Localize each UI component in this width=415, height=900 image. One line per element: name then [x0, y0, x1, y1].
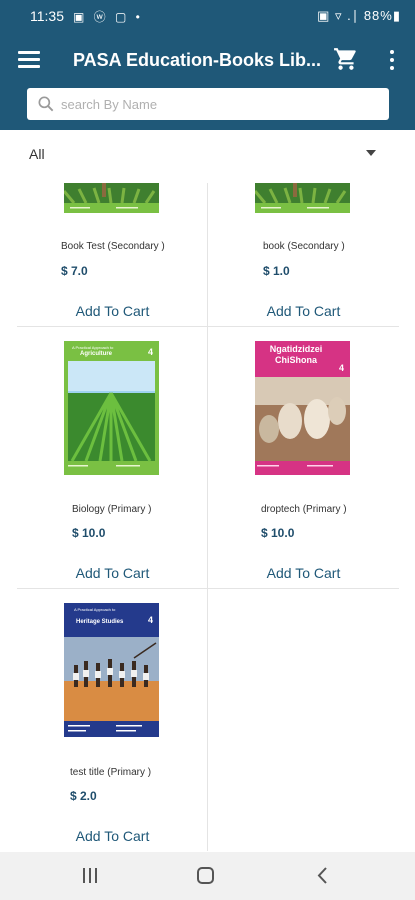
book-price: $ 1.0 — [263, 264, 290, 278]
add-to-cart-button[interactable]: Add To Cart — [17, 565, 208, 581]
book-cover-image — [64, 183, 159, 213]
book-card[interactable]: Ngatidzidzei ChiShona 4 droptech (Primar… — [208, 327, 399, 588]
hamburger-menu-icon[interactable] — [18, 51, 40, 69]
category-filter-dropdown[interactable]: All — [0, 130, 415, 180]
cover-title: Heritage Studies — [76, 619, 124, 625]
cover-grade: 4 — [148, 347, 154, 357]
chevron-down-icon — [366, 150, 376, 156]
agriculture-cover-image: A Practical Approach to Agriculture 4 — [64, 341, 159, 475]
back-arrow-icon[interactable] — [316, 867, 328, 884]
cover-title: Ngatidzidzei ChiShona — [269, 344, 323, 365]
cover-subtitle: A Practical Approach to — [74, 607, 116, 612]
cover-subtitle: A Practical Approach to — [72, 345, 114, 350]
status-bar: 11:35 ▣ ⓦ ▢ • ▣ ▿ .∣ 88%▮ — [0, 0, 415, 32]
book-card[interactable]: Book Test (Secondary ) $ 7.0 Add To Cart — [17, 183, 208, 326]
book-price: $ 2.0 — [70, 789, 97, 803]
cover-title: Agriculture — [80, 351, 113, 357]
book-price: $ 7.0 — [61, 264, 88, 278]
book-card[interactable]: A Practical Approach to Heritage Studies… — [17, 589, 208, 851]
search-icon — [38, 96, 54, 112]
search-input[interactable] — [61, 92, 381, 116]
add-to-cart-button[interactable]: Add To Cart — [17, 303, 208, 319]
notification-icons: ▣ ⓦ ▢ • — [73, 10, 143, 24]
chishona-cover-image: Ngatidzidzei ChiShona 4 — [255, 341, 350, 475]
book-title: droptech (Primary ) — [261, 504, 347, 515]
cover-grade: 4 — [339, 363, 345, 373]
book-card[interactable]: book (Secondary ) $ 1.0 Add To Cart — [208, 183, 399, 326]
recent-apps-icon[interactable] — [82, 868, 98, 883]
book-title: test title (Primary ) — [70, 767, 152, 778]
book-price: $ 10.0 — [72, 526, 106, 540]
system-navigation-bar — [0, 852, 415, 900]
search-bar — [27, 88, 389, 120]
app-bar: PASA Education-Books Lib... — [0, 32, 415, 130]
book-title: Biology (Primary ) — [72, 504, 152, 515]
heritage-cover-image: A Practical Approach to Heritage Studies… — [64, 603, 159, 737]
add-to-cart-button[interactable]: Add To Cart — [208, 303, 399, 319]
status-time: 11:35 — [30, 8, 64, 24]
cover-grade: 4 — [148, 615, 154, 625]
shopping-cart-icon[interactable] — [333, 46, 359, 72]
overflow-menu-icon[interactable] — [388, 50, 396, 70]
book-card[interactable]: A Practical Approach to Agriculture 4 Bi… — [17, 327, 208, 588]
book-title: book (Secondary ) — [263, 241, 345, 252]
home-icon[interactable] — [197, 867, 214, 884]
book-price: $ 10.0 — [261, 526, 295, 540]
book-cover-image — [255, 183, 350, 213]
book-title: Book Test (Secondary ) — [61, 241, 165, 252]
system-status-icons: ▣ ▿ .∣ 88%▮ — [317, 8, 401, 23]
add-to-cart-button[interactable]: Add To Cart — [208, 565, 399, 581]
add-to-cart-button[interactable]: Add To Cart — [17, 828, 208, 844]
app-title: PASA Education-Books Lib... — [73, 50, 322, 70]
filter-selected-value: All — [29, 146, 45, 162]
